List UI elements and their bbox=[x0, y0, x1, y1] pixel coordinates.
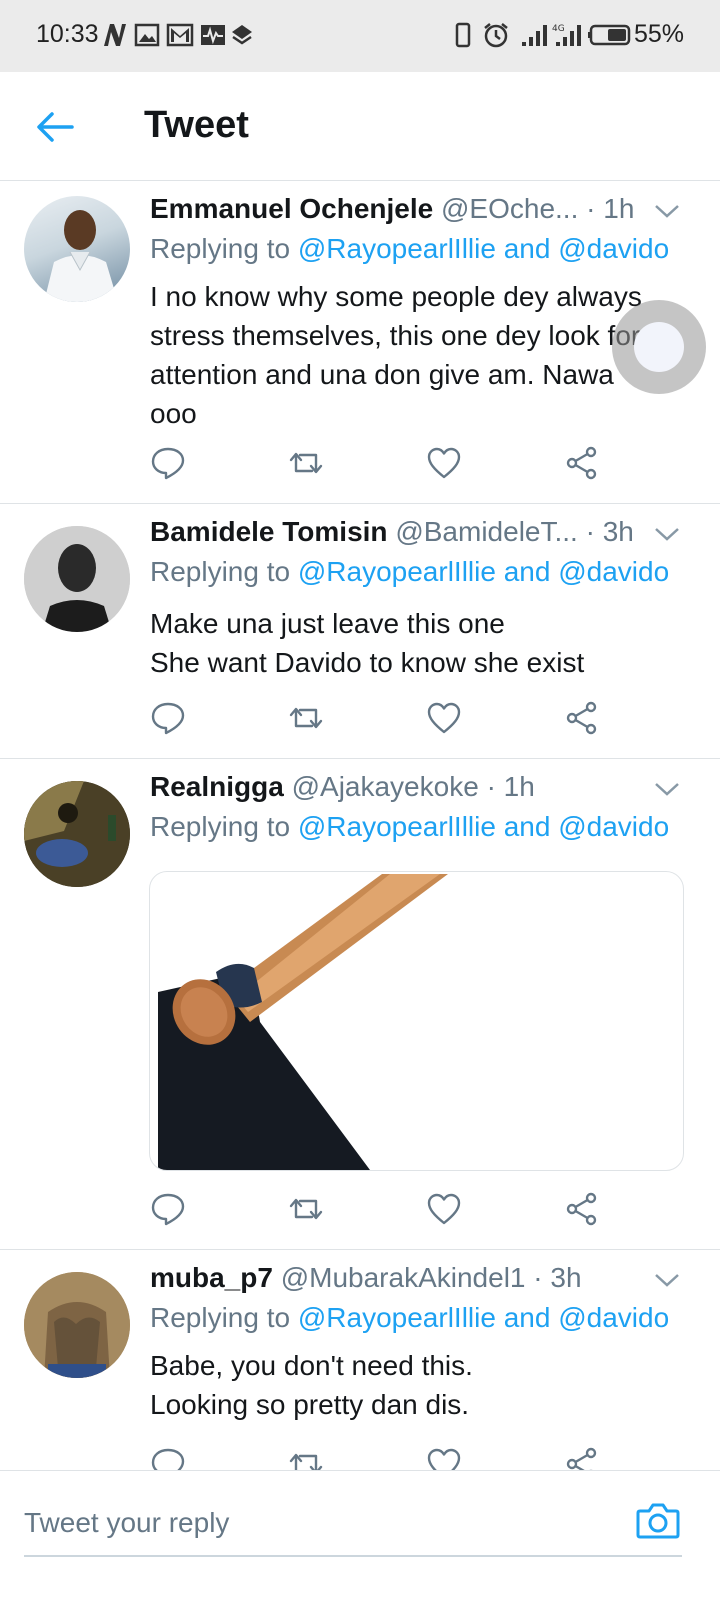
tweet-item[interactable]: Realnigga @Ajakayekoke · 1h Replying to … bbox=[0, 759, 720, 1250]
avatar[interactable] bbox=[24, 196, 130, 302]
tweet-item[interactable]: Bamidele Tomisin @BamideleT... · 3h Repl… bbox=[0, 504, 720, 759]
tweet-text: Make una just leave this one She want Da… bbox=[150, 604, 680, 682]
avatar-image bbox=[44, 210, 118, 302]
status-bar: 10:33 4G 55% bbox=[0, 0, 720, 72]
share-icon[interactable] bbox=[564, 700, 600, 736]
tweet-text: Babe, you don't need this. Looking so pr… bbox=[150, 1346, 680, 1424]
replying-targets-link[interactable]: @RayopearlIllie and @davido bbox=[298, 1302, 669, 1333]
tweet-actions bbox=[150, 700, 610, 740]
chevron-down-icon[interactable] bbox=[654, 526, 680, 542]
replying-targets-link[interactable]: @RayopearlIllie and @davido bbox=[298, 233, 669, 264]
replying-targets-link[interactable]: @RayopearlIllie and @davido bbox=[298, 556, 669, 587]
chevron-down-icon[interactable] bbox=[654, 1272, 680, 1288]
user-handle[interactable]: @MubarakAkindel1 bbox=[281, 1262, 526, 1293]
tweet-time: · 1h bbox=[486, 771, 535, 802]
tweet-header: Emmanuel Ochenjele @EOche... · 1h bbox=[150, 193, 638, 227]
back-arrow-icon[interactable] bbox=[30, 102, 80, 152]
share-icon[interactable] bbox=[564, 1191, 600, 1227]
like-icon[interactable] bbox=[426, 445, 462, 481]
reply-icon[interactable] bbox=[150, 1191, 186, 1227]
tweet-header: Bamidele Tomisin @BamideleT... · 3h bbox=[150, 516, 638, 550]
replying-prefix: Replying to bbox=[150, 811, 298, 842]
pulse-icon bbox=[201, 25, 225, 45]
tweet-text-line: ooo bbox=[150, 398, 197, 429]
display-name[interactable]: Bamidele Tomisin bbox=[150, 516, 388, 547]
reply-input[interactable] bbox=[24, 1501, 584, 1545]
layers-icon bbox=[232, 25, 252, 45]
n-app-icon bbox=[104, 24, 126, 46]
reply-icon[interactable] bbox=[150, 445, 186, 481]
user-handle[interactable]: @Ajakayekoke bbox=[292, 771, 479, 802]
tweet-text-line: I no know why some people dey always bbox=[150, 281, 642, 312]
replies-feed[interactable]: Emmanuel Ochenjele @EOche... · 1h Replyi… bbox=[0, 181, 720, 1471]
tweet-actions bbox=[150, 445, 610, 485]
camera-icon[interactable] bbox=[634, 1497, 682, 1545]
phone-outline-icon bbox=[455, 22, 471, 48]
retweet-icon[interactable] bbox=[288, 1191, 324, 1227]
avatar[interactable] bbox=[24, 781, 130, 887]
retweet-icon[interactable] bbox=[288, 700, 324, 736]
tweet-media-image[interactable] bbox=[149, 871, 684, 1171]
tweet-actions bbox=[150, 1191, 610, 1231]
reply-composer bbox=[0, 1470, 720, 1601]
replying-to: Replying to @RayopearlIllie and @davido bbox=[150, 1302, 669, 1334]
reply-icon[interactable] bbox=[150, 700, 186, 736]
app-header: Tweet bbox=[0, 72, 720, 181]
tweet-text-line: Babe, you don't need this. bbox=[150, 1350, 473, 1381]
battery-percent: 55% bbox=[633, 20, 684, 48]
tweet-text-line: attention and una don give am. Nawa bbox=[150, 359, 614, 390]
alarm-icon bbox=[484, 23, 508, 48]
like-icon[interactable] bbox=[426, 700, 462, 736]
tweet-time: · 3h bbox=[533, 1262, 582, 1293]
gmail-icon bbox=[166, 23, 194, 47]
touch-indicator bbox=[612, 300, 706, 394]
tweet-text: I no know why some people dey always str… bbox=[150, 277, 680, 433]
avatar[interactable] bbox=[24, 526, 130, 632]
signal-4g-icon: 4G bbox=[552, 24, 581, 46]
tweet-header: muba_p7 @MubarakAkindel1 · 3h bbox=[150, 1262, 638, 1296]
tweet-text-line: She want Davido to know she exist bbox=[150, 647, 585, 678]
replying-targets-link[interactable]: @RayopearlIllie and @davido bbox=[298, 811, 669, 842]
display-name[interactable]: Emmanuel Ochenjele bbox=[150, 193, 433, 224]
svg-text:4G: 4G bbox=[552, 24, 565, 34]
user-handle[interactable]: @BamideleT... bbox=[395, 516, 578, 547]
display-name[interactable]: muba_p7 bbox=[150, 1262, 273, 1293]
tweet-actions bbox=[150, 1446, 610, 1471]
tweet-time: · 3h bbox=[585, 516, 634, 547]
replying-prefix: Replying to bbox=[150, 1302, 298, 1333]
retweet-icon[interactable] bbox=[288, 1446, 324, 1471]
like-icon[interactable] bbox=[426, 1191, 462, 1227]
battery-icon bbox=[588, 24, 631, 46]
tweet-text-line: Looking so pretty dan dis. bbox=[150, 1389, 470, 1420]
like-icon[interactable] bbox=[426, 1446, 462, 1471]
avatar-image bbox=[24, 781, 130, 887]
chevron-down-icon[interactable] bbox=[654, 781, 680, 797]
display-name[interactable]: Realnigga bbox=[150, 771, 284, 802]
avatar-image bbox=[24, 1272, 130, 1378]
tweet-item[interactable]: muba_p7 @MubarakAkindel1 · 3h Replying t… bbox=[0, 1250, 720, 1471]
retweet-icon[interactable] bbox=[288, 445, 324, 481]
user-handle[interactable]: @EOche... bbox=[441, 193, 578, 224]
hoe-image bbox=[158, 874, 448, 1170]
share-icon[interactable] bbox=[564, 445, 600, 481]
signal-icon bbox=[522, 25, 547, 46]
status-time: 10:33 bbox=[36, 20, 99, 48]
tweet-text-line: Make una just leave this one bbox=[150, 608, 505, 639]
reply-icon[interactable] bbox=[150, 1446, 186, 1471]
reply-input-underline bbox=[24, 1555, 682, 1557]
page-title: Tweet bbox=[144, 104, 249, 146]
replying-to: Replying to @RayopearlIllie and @davido bbox=[150, 811, 669, 843]
replying-prefix: Replying to bbox=[150, 233, 298, 264]
share-icon[interactable] bbox=[564, 1446, 600, 1471]
chevron-down-icon[interactable] bbox=[654, 203, 680, 219]
replying-to: Replying to @RayopearlIllie and @davido bbox=[150, 556, 669, 588]
replying-prefix: Replying to bbox=[150, 556, 298, 587]
image-icon bbox=[134, 23, 160, 47]
tweet-header: Realnigga @Ajakayekoke · 1h bbox=[150, 771, 638, 805]
avatar-image bbox=[24, 526, 130, 632]
replying-to: Replying to @RayopearlIllie and @davido bbox=[150, 233, 669, 265]
tweet-time: · 1h bbox=[586, 193, 635, 224]
avatar[interactable] bbox=[24, 1272, 130, 1378]
tweet-text-line: stress themselves, this one dey look for bbox=[150, 320, 641, 351]
